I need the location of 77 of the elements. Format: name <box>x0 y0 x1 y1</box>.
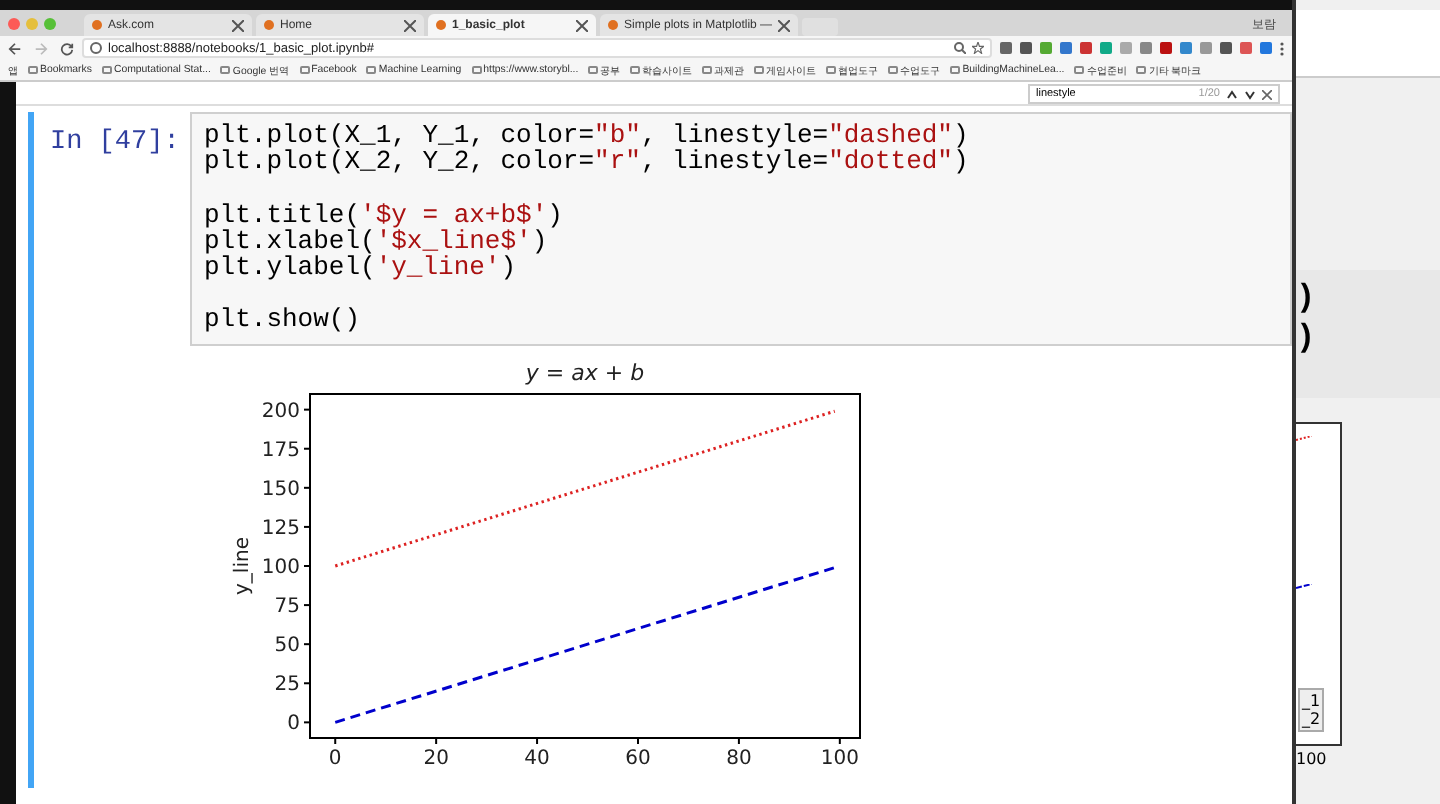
bookmark-icon <box>28 66 38 74</box>
bookmark-icon <box>826 66 837 74</box>
reload-icon[interactable] <box>60 41 74 55</box>
bookmark-icon <box>299 66 310 74</box>
x-tick-label: 60 <box>625 747 651 770</box>
code-line: plt.plot(X_2, Y_2, color="r", linestyle="dotted") <box>204 148 971 176</box>
code-line: plt.ylabel('y_line') <box>204 254 519 281</box>
x-tick: 80 <box>726 736 752 770</box>
y-tick: 125 <box>261 517 311 540</box>
x-tick-label: 0 <box>328 747 342 770</box>
site-icon <box>436 20 446 30</box>
bookmark-icon <box>888 66 899 74</box>
data-line <box>1296 584 1312 590</box>
x-tick: 0 <box>328 736 342 770</box>
bookmark-icon <box>101 66 112 74</box>
y-tick: 150 <box>261 478 311 501</box>
x-tick-label: 40 <box>524 747 550 770</box>
x-tick: 20 <box>423 736 449 770</box>
close-icon[interactable] <box>778 19 791 31</box>
x-tick: 40 <box>524 736 550 770</box>
bookmark-icon <box>1074 66 1085 74</box>
close-icon[interactable] <box>232 19 244 31</box>
chart-legend: _1 _2 <box>1298 688 1325 732</box>
y-tick-label: 75 <box>274 595 300 618</box>
y-tick-label: 150 <box>261 478 300 501</box>
site-icon <box>92 20 102 30</box>
y-tick-label: 200 <box>261 400 300 423</box>
cell-prompt: In [47]: <box>50 126 182 162</box>
star-icon[interactable] <box>972 42 984 54</box>
y-tick-label: 50 <box>274 634 300 657</box>
y-tick-label: 0 <box>287 712 300 735</box>
site-icon <box>608 20 618 30</box>
bookmark-icon <box>754 66 765 74</box>
code-fragment: ) <box>1296 318 1318 358</box>
y-tick: 50 <box>274 634 311 657</box>
y-tick-label: 125 <box>261 517 300 540</box>
bookmark-icon <box>630 66 641 74</box>
y-tick-label: 100 <box>261 556 300 579</box>
forward-icon[interactable] <box>34 41 48 55</box>
bookmark-icon <box>366 66 377 74</box>
x-tick-label: 80 <box>726 747 752 770</box>
bookmark-icon <box>950 66 961 74</box>
close-icon[interactable] <box>576 19 588 31</box>
chart-title: y = ax + b <box>525 359 645 386</box>
data-line <box>1296 436 1312 442</box>
x-tick: 100 <box>820 736 859 770</box>
bookmark-icon <box>1136 66 1147 74</box>
bookmark-icon <box>702 66 713 74</box>
y-tick: 75 <box>274 595 311 618</box>
y-tick-label: 175 <box>261 439 300 462</box>
y-tick: 25 <box>274 673 311 696</box>
bookmark-icon <box>471 66 482 74</box>
info-icon <box>90 42 102 54</box>
y-tick: 200 <box>261 400 311 423</box>
code-line: plt.plot(X_1, Y_1, color="b", linestyle="dashed") <box>204 122 971 149</box>
x-tick-label: 20 <box>423 747 449 770</box>
x-tick: 100 <box>1296 748 1329 768</box>
y-tick: 175 <box>261 439 311 462</box>
code-fragment: ) <box>1296 278 1318 318</box>
close-window-icon[interactable] <box>8 17 20 29</box>
x-tick-label: 100 <box>820 747 859 770</box>
x-tick: 60 <box>625 736 651 770</box>
code-line: plt.xlabel('$x_line$') <box>204 227 550 255</box>
close-icon[interactable] <box>1262 89 1272 99</box>
y-tick-label: 25 <box>274 673 300 696</box>
y-axis-label: y_line <box>232 536 254 595</box>
code-line: plt.title('$y = ax+b$') <box>204 201 565 228</box>
y-tick: 100 <box>261 556 311 579</box>
code-line: plt.show() <box>204 306 363 334</box>
close-icon[interactable] <box>404 19 416 31</box>
search-icon[interactable] <box>954 42 966 54</box>
back-icon[interactable] <box>8 41 22 55</box>
code-cell[interactable]: plt.plot(X_1, Y_1, color="b", linestyle="dashed") plt.plot(X_2, Y_2, color="r", linestyle="dotted") plt.title('$y = ax+b$') plt.xlabel('$x_line$') plt.ylabel('y_line') plt.show() <box>190 112 1292 346</box>
y-tick: 0 <box>287 712 311 735</box>
site-icon <box>264 20 274 30</box>
bookmark-icon <box>588 66 599 74</box>
bookmark-icon <box>220 66 231 74</box>
